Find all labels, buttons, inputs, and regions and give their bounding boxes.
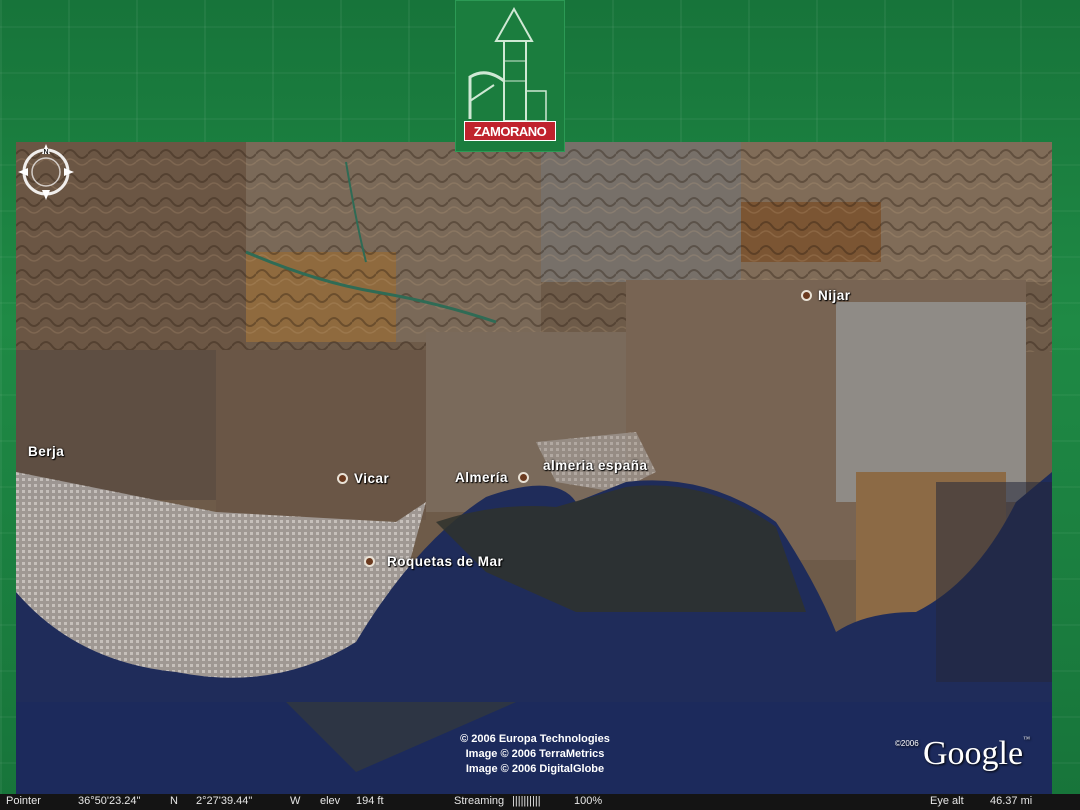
attribution-line: © 2006 Europa Technologies bbox=[460, 733, 610, 745]
zamorano-logo: ZAMORANO bbox=[455, 0, 565, 152]
attribution-line: Image © 2006 DigitalGlobe bbox=[465, 763, 605, 775]
pointer-latitude: 36°50'23.24" bbox=[78, 795, 141, 807]
eye-altitude-label: Eye alt bbox=[930, 795, 964, 807]
tower-icon bbox=[468, 6, 547, 122]
logo-text: ZAMORANO bbox=[464, 121, 556, 141]
place-label: Berja bbox=[28, 444, 65, 459]
place-search-result[interactable]: almeria españa bbox=[543, 458, 648, 473]
place-marker-icon bbox=[364, 556, 375, 567]
streaming-label: Streaming bbox=[454, 795, 505, 807]
streaming-percent: 100% bbox=[574, 795, 603, 807]
pointer-label: Pointer bbox=[6, 795, 41, 807]
attribution-line: Image © 2006 TerraMetrics bbox=[465, 748, 605, 760]
place-label: Vicar bbox=[354, 471, 390, 486]
streaming-progress: |||||||||| bbox=[512, 795, 541, 807]
google-logo: ©2006 Google™ bbox=[895, 735, 1030, 773]
satellite-map[interactable]: N bbox=[16, 142, 1052, 794]
longitude-hemisphere: W bbox=[290, 795, 301, 807]
pointer-longitude: 2°27'39.44" bbox=[196, 795, 253, 807]
place-label: almeria españa bbox=[543, 458, 648, 473]
compass-icon[interactable]: N bbox=[16, 142, 76, 202]
elevation-label: elev bbox=[320, 795, 341, 807]
logo-tm: ™ bbox=[1023, 735, 1030, 743]
place-roquetas[interactable]: Roquetas de Mar bbox=[364, 554, 503, 569]
place-marker-icon bbox=[801, 290, 812, 301]
map-imagery bbox=[16, 142, 1052, 794]
place-marker-icon bbox=[518, 472, 530, 483]
place-label: Roquetas de Mar bbox=[387, 554, 504, 569]
place-vicar[interactable]: Vicar bbox=[337, 471, 389, 486]
elevation-value: 194 ft bbox=[356, 795, 384, 807]
place-berja[interactable]: Berja bbox=[28, 444, 64, 459]
latitude-hemisphere: N bbox=[170, 795, 178, 807]
place-almeria[interactable]: Almería bbox=[455, 470, 530, 485]
logo-year: ©2006 bbox=[895, 739, 919, 748]
imagery-attribution: © 2006 Europa Technologies Image © 2006 … bbox=[430, 732, 640, 777]
place-label: Almería bbox=[455, 470, 509, 485]
eye-altitude-value: 46.37 mi bbox=[990, 795, 1033, 807]
place-label: Nijar bbox=[818, 288, 851, 303]
logo-name: Google bbox=[923, 735, 1024, 772]
place-nijar[interactable]: Nijar bbox=[801, 288, 851, 303]
svg-text:N: N bbox=[43, 149, 48, 156]
place-marker-icon bbox=[337, 473, 348, 484]
status-bar: Pointer 36°50'23.24" N 2°27'39.44" W ele… bbox=[0, 794, 1080, 810]
